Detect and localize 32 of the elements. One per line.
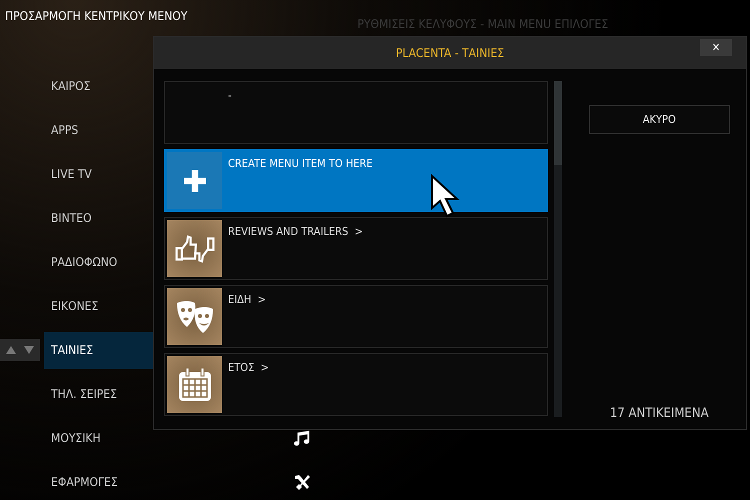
menu-item[interactable]: ΜΟΥΣΙΚΗ [44,420,154,456]
plus-icon [184,170,206,192]
move-arrows[interactable] [0,339,40,361]
close-button[interactable]: ✕ [700,39,732,56]
up-arrow-icon[interactable] [6,346,16,354]
item-label: - [228,89,232,104]
list-item[interactable]: ΕΤΟΣ > [164,353,548,416]
menu-item[interactable]: ΤΑΙΝΙΕΣ [44,332,154,368]
item-label: ΕΤΟΣ > [228,361,269,376]
list-item[interactable]: CREATE MENU ITEM TO HERE [164,149,548,212]
menu-item[interactable]: LIVE TV [44,156,154,192]
menu-item[interactable]: ΕΦΑΡΜΟΓΕΣ [44,464,154,500]
menu-item[interactable]: ΡΑΔΙΟΦΩΝΟ [44,244,154,280]
item-label: REVIEWS AND TRAILERS > [228,225,363,240]
menu-item[interactable]: ΚΑΙΡΟΣ [44,68,154,104]
item-label: CREATE MENU ITEM TO HERE [228,157,373,172]
cancel-button[interactable]: ΑΚΥΡΟ [588,105,730,134]
list-item[interactable]: - [164,81,548,144]
dialog-title: PLACENTA - ΤΑΙΝΙΕΣ [396,46,504,60]
scrollbar[interactable] [554,81,562,417]
down-arrow-icon[interactable] [24,346,34,354]
menu-item[interactable]: ΤΗΛ. ΣΕΙΡΕΣ [44,376,154,412]
tools-icon [293,474,311,490]
item-count: 17 ΑΝΤΙΚΕΙΜΕΝΑ [610,406,709,421]
music-note-icon [293,430,311,446]
menu-item[interactable]: ΕΙΚΟΝΕΣ [44,288,154,324]
menu-item[interactable]: ΒΙΝΤΕΟ [44,200,154,236]
list-item[interactable]: ΕΙΔΗ > [164,285,548,348]
menu-item[interactable]: APPS [44,112,154,148]
list-item[interactable]: REVIEWS AND TRAILERS > [164,217,548,280]
screen-title: ΠΡΟΣΑΡΜΟΓΗ ΚΕΝΤΡΙΚΟΥ ΜΕΝΟΥ [4,8,188,23]
item-label: ΕΙΔΗ > [228,293,266,308]
